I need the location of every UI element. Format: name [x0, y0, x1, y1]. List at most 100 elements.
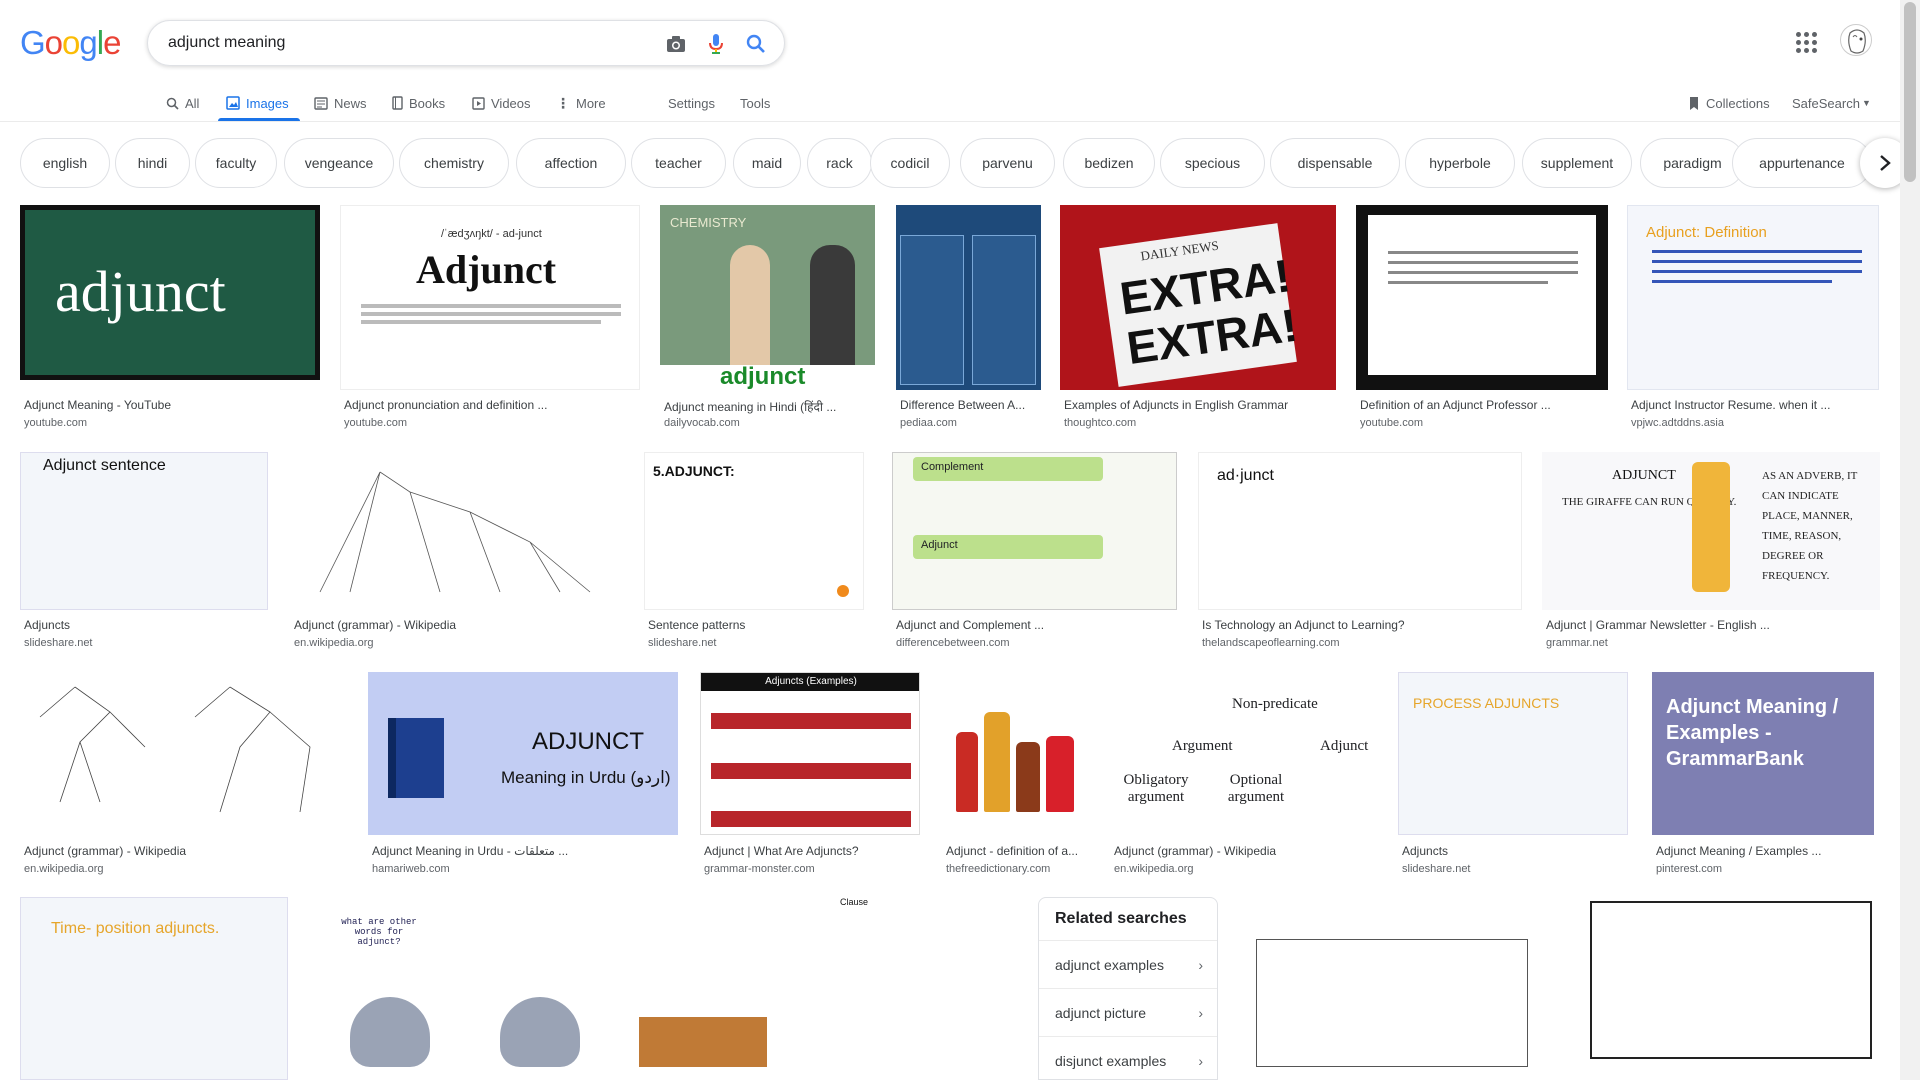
tab-books[interactable]: Books	[392, 90, 445, 116]
image-result[interactable]: DAILY NEWS EXTRA! EXTRA! Examples of Adj…	[1060, 205, 1336, 435]
tools-link[interactable]: Tools	[740, 90, 770, 116]
page-scrollbar[interactable]	[1900, 0, 1920, 1080]
search-icon[interactable]	[744, 32, 768, 56]
result-source: en.wikipedia.org	[24, 863, 104, 875]
image-result[interactable]: Complement Adjunct Adjunct and Complemen…	[892, 452, 1177, 652]
result-thumbnail: 5.ADJUNCT:	[644, 452, 864, 610]
result-thumbnail	[290, 452, 622, 610]
image-result[interactable]: /ˈædʒʌŋkt/ - ad-junct Adjunct Adjunct pr…	[340, 205, 640, 435]
bookmark-icon	[1690, 96, 1698, 110]
chip[interactable]: maid	[733, 138, 801, 188]
result-title: Adjunct pronunciation and definition ...	[344, 398, 548, 412]
image-result[interactable]: Definition of an Adjunct Professor ... y…	[1356, 205, 1608, 435]
result-title: Adjunct Meaning in Urdu - متعلقات ...	[372, 844, 569, 858]
chip[interactable]: hyperbole	[1405, 138, 1515, 188]
chip[interactable]: rack	[807, 138, 872, 188]
chip[interactable]: affection	[516, 138, 626, 188]
related-searches-panel: Related searches adjunct examples › adju…	[1038, 897, 1218, 1080]
result-title: Adjunct - definition of a...	[946, 844, 1079, 858]
scrollbar-thumb[interactable]	[1904, 2, 1916, 182]
thumb-text: Adjunct	[416, 247, 557, 292]
chip[interactable]: parvenu	[960, 138, 1055, 188]
result-title: Adjunct (grammar) - Wikipedia	[24, 844, 187, 858]
image-result[interactable]: what are other words for adjunct?	[310, 897, 604, 1080]
chip[interactable]: paradigm	[1640, 138, 1745, 188]
settings-link[interactable]: Settings	[668, 90, 715, 116]
search-input[interactable]	[168, 31, 638, 55]
related-search-label: adjunct examples	[1055, 956, 1164, 973]
tab-videos[interactable]: Videos	[472, 90, 531, 116]
thumb-text: adjunct	[55, 259, 226, 324]
thumb-text: Time- position adjuncts.	[51, 920, 220, 937]
image-result[interactable]: ADJUNCT Meaning in Urdu (اردو) Adjunct M…	[368, 672, 678, 882]
result-source: thoughtco.com	[1064, 417, 1137, 429]
chip[interactable]: bedizen	[1063, 138, 1155, 188]
chip[interactable]: teacher	[631, 138, 726, 188]
image-result[interactable]: CHEMISTRY adjunct Adjunct meaning in Hin…	[660, 205, 878, 435]
image-result[interactable]: Adjunct - definition of a... thefreedict…	[942, 672, 1090, 882]
result-thumbnail: Adjunct sentence	[20, 452, 268, 610]
collections-label: Collections	[1706, 95, 1770, 111]
thumb-text: Argument	[1172, 738, 1233, 754]
image-result[interactable]: Adjunct sentence Adjuncts slideshare.net	[20, 452, 268, 652]
tab-more[interactable]: ⋮ More	[556, 90, 606, 116]
chip[interactable]: hindi	[115, 138, 190, 188]
chip[interactable]: chemistry	[399, 138, 509, 188]
result-source: slideshare.net	[1402, 863, 1471, 875]
camera-icon[interactable]	[664, 32, 688, 56]
result-title: Adjuncts	[24, 618, 71, 632]
result-source: pinterest.com	[1656, 863, 1723, 875]
image-result[interactable]: Difference Between A... pediaa.com	[896, 205, 1041, 435]
image-result[interactable]: PROCESS ADJUNCTS Adjuncts slideshare.net	[1398, 672, 1628, 882]
thumb-text: CHEMISTRY	[670, 215, 747, 230]
image-result[interactable]: ad·junct Is Technology an Adjunct to Lea…	[1198, 452, 1522, 652]
image-result[interactable]: Non-predicate Argument Adjunct Obligator…	[1110, 672, 1378, 882]
tab-all[interactable]: All	[166, 90, 199, 116]
thumb-text: adjunct	[720, 363, 806, 390]
chip[interactable]: codicil	[870, 138, 950, 188]
chip[interactable]: supplement	[1522, 138, 1632, 188]
related-search-item[interactable]: adjunct picture ›	[1039, 988, 1217, 1036]
image-result[interactable]: adjunct Adjunct Meaning - YouTube youtub…	[20, 205, 320, 435]
related-searches-heading: Related searches	[1055, 910, 1187, 927]
result-title: Examples of Adjuncts in English Grammar	[1064, 398, 1289, 412]
microphone-icon[interactable]	[704, 32, 728, 56]
tab-images[interactable]: Images	[226, 90, 289, 116]
apps-grid-icon[interactable]	[1794, 30, 1818, 54]
chip[interactable]: specious	[1160, 138, 1265, 188]
image-result[interactable]: Adjunct: Definition Adjunct Instructor R…	[1627, 205, 1879, 435]
image-result[interactable]: Clause	[800, 897, 1018, 1080]
result-thumbnail	[1356, 205, 1608, 390]
result-source: dailyvocab.com	[664, 417, 740, 429]
tab-label: Images	[246, 95, 289, 111]
image-result[interactable]: Adjunct Meaning / Examples - GrammarBank…	[1652, 672, 1876, 882]
chip[interactable]: english	[20, 138, 110, 188]
chip[interactable]: vengeance	[284, 138, 394, 188]
chip[interactable]: faculty	[195, 138, 277, 188]
book-icon	[392, 96, 403, 110]
result-title: Is Technology an Adjunct to Learning?	[1202, 618, 1405, 632]
tab-news[interactable]: News	[314, 90, 367, 116]
related-search-item[interactable]: adjunct examples ›	[1039, 940, 1217, 988]
chip[interactable]: dispensable	[1270, 138, 1400, 188]
image-result[interactable]: 5.ADJUNCT: Sentence patterns slideshare.…	[644, 452, 864, 652]
image-result[interactable]	[625, 897, 780, 1080]
related-search-label: disjunct examples	[1055, 1052, 1167, 1069]
image-result[interactable]: Adjunct (grammar) - Wikipedia en.wikiped…	[20, 672, 346, 882]
result-thumbnail: Adjunct Meaning / Examples - GrammarBank	[1652, 672, 1874, 835]
chip[interactable]: appurtenance	[1732, 138, 1872, 188]
google-logo[interactable]: Google	[20, 24, 121, 62]
image-result[interactable]: Adjunct (grammar) - Wikipedia en.wikiped…	[290, 452, 622, 652]
image-result[interactable]: Adjuncts (Examples) Adjunct | What Are A…	[700, 672, 920, 882]
collections-link[interactable]: Collections	[1688, 90, 1770, 116]
related-search-item[interactable]: disjunct examples ›	[1039, 1036, 1217, 1080]
image-result[interactable]	[1588, 897, 1876, 1080]
image-result[interactable]: Time- position adjuncts.	[20, 897, 288, 1080]
chevron-right-icon: ›	[1198, 1052, 1203, 1069]
image-result[interactable]	[1238, 897, 1566, 1080]
image-result[interactable]: ADJUNCT THE GIRAFFE CAN RUN QUICKLY. AS …	[1542, 452, 1880, 652]
avatar[interactable]	[1840, 24, 1872, 56]
result-thumbnail	[942, 672, 1090, 835]
result-title: Adjunct (grammar) - Wikipedia	[1114, 844, 1277, 858]
safesearch-dropdown[interactable]: SafeSearch ▼	[1792, 90, 1871, 116]
